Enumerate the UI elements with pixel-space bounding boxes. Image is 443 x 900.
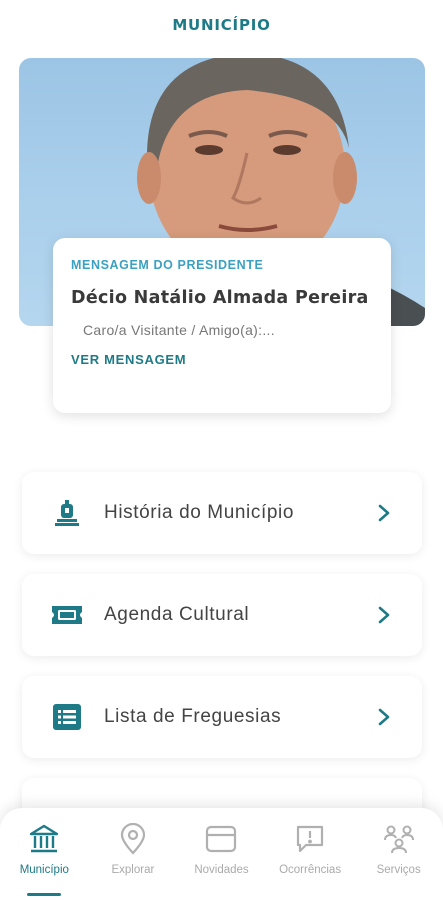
- nav-label: Ocorrências: [279, 864, 342, 876]
- page-title: MUNICÍPIO: [172, 16, 271, 34]
- message-preview: Caro/a Visitante / Amigo(a):...: [83, 322, 275, 338]
- section-label: MENSAGEM DO PRESIDENTE: [71, 258, 264, 272]
- menu-item-agenda[interactable]: Agenda Cultural: [22, 574, 422, 656]
- chevron-right-icon: [374, 503, 394, 523]
- report-icon: [293, 822, 327, 856]
- nav-item-explorar[interactable]: Explorar: [89, 808, 178, 900]
- nav-label: Município: [19, 864, 69, 876]
- menu-item-label: Lista de Freguesias: [104, 706, 282, 727]
- ticket-icon: [50, 598, 84, 632]
- chevron-right-icon: [374, 605, 394, 625]
- services-icon: [382, 822, 416, 856]
- active-indicator: [27, 893, 62, 896]
- nav-item-municipio[interactable]: Município: [0, 808, 89, 900]
- list-icon: [50, 700, 84, 734]
- bank-icon: [27, 822, 61, 856]
- nav-label: Novidades: [194, 864, 249, 876]
- bottom-navigation: Município Explorar Novidades Ocorrências…: [0, 808, 443, 900]
- news-icon: [204, 822, 238, 856]
- nav-item-ocorrencias[interactable]: Ocorrências: [266, 808, 355, 900]
- menu-item-historia[interactable]: História do Município: [22, 472, 422, 554]
- president-name: Décio Natálio Almada Pereira: [71, 288, 369, 308]
- nav-label: Explorar: [111, 864, 155, 876]
- nav-label: Serviços: [376, 864, 421, 876]
- menu-item-label: História do Município: [104, 502, 295, 523]
- chevron-right-icon: [374, 707, 394, 727]
- nav-item-novidades[interactable]: Novidades: [177, 808, 266, 900]
- location-pin-icon: [116, 822, 150, 856]
- nav-item-servicos[interactable]: Serviços: [354, 808, 443, 900]
- menu-item-freguesias[interactable]: Lista de Freguesias: [22, 676, 422, 758]
- president-message-card: MENSAGEM DO PRESIDENTE Décio Natálio Alm…: [53, 238, 391, 413]
- view-message-link[interactable]: VER MENSAGEM: [71, 352, 373, 367]
- menu-item-label: Agenda Cultural: [104, 604, 250, 625]
- monument-icon: [50, 496, 84, 530]
